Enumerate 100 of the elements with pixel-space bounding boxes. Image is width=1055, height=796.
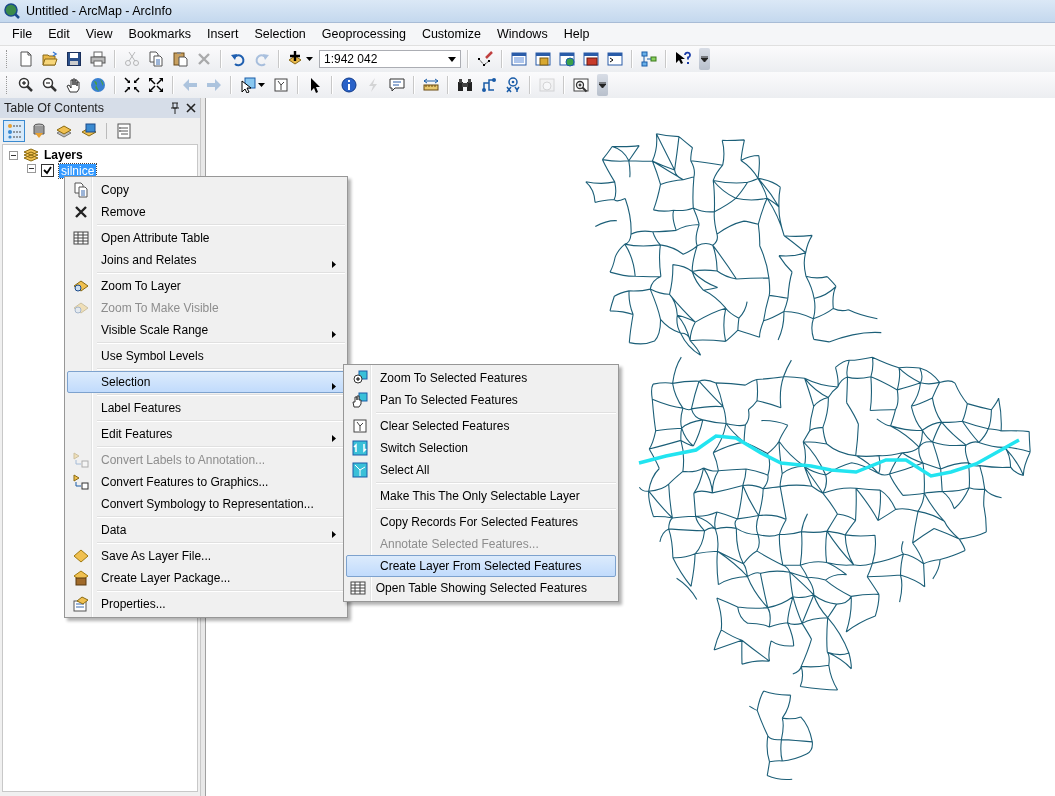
globe-icon[interactable] [90, 77, 106, 93]
arrows-out-icon[interactable] [148, 77, 164, 93]
list-by-source-icon[interactable] [31, 123, 47, 139]
target-icon[interactable] [505, 77, 521, 93]
convert-icon [73, 474, 89, 490]
menu-item[interactable]: Use Symbol Levels [67, 345, 345, 367]
toolbox-icon[interactable] [583, 51, 599, 67]
menu-item[interactable]: Geoprocessing [313, 25, 414, 43]
zoom-to-selected-icon [352, 370, 368, 386]
options-icon[interactable] [116, 123, 132, 139]
list-by-visibility-icon[interactable] [56, 123, 72, 139]
arrows-in-icon[interactable] [124, 77, 140, 93]
new-document-icon[interactable] [18, 51, 34, 67]
menu-item[interactable]: File [4, 25, 41, 43]
search-window-icon[interactable] [559, 51, 575, 67]
menu-item[interactable]: Zoom To Selected Features [346, 367, 616, 389]
catalog-window-icon[interactable] [535, 51, 551, 67]
select-all-icon [352, 462, 368, 478]
paste-icon[interactable] [172, 51, 188, 67]
menu-item[interactable]: Copy Records For Selected Features [346, 511, 616, 533]
table-icon [349, 580, 366, 596]
menu-item[interactable]: Help [555, 25, 598, 43]
zoom-to-layer-icon [73, 300, 89, 316]
pencil-icon[interactable] [477, 51, 493, 67]
menu-item[interactable]: Selection [67, 371, 345, 393]
menu-item[interactable]: Remove [67, 201, 345, 223]
toolbar-overflow-button[interactable] [699, 48, 710, 70]
menu-item[interactable]: Selection [246, 25, 314, 43]
caret-icon[interactable] [258, 83, 265, 87]
list-by-selection-icon[interactable] [81, 123, 97, 139]
diagram-icon[interactable] [641, 51, 657, 67]
menu-item[interactable]: Select All [346, 459, 616, 481]
switch-selection-icon [352, 440, 368, 456]
menu-item[interactable]: Edit [40, 25, 78, 43]
menu-item[interactable]: Convert Features to Graphics... [67, 471, 345, 493]
clear-selection-icon [352, 418, 368, 434]
menu-item[interactable]: Windows [488, 25, 556, 43]
caret-icon[interactable] [306, 57, 313, 61]
pin-icon[interactable] [170, 102, 180, 114]
caret-icon [448, 56, 456, 62]
list-by-drawing-order-icon[interactable] [6, 123, 22, 139]
command-window-icon[interactable] [607, 51, 623, 67]
table-window-icon[interactable] [511, 51, 527, 67]
menu-item[interactable]: Create Layer From Selected Features [346, 555, 616, 577]
menu-item[interactable]: Joins and Relates [67, 249, 345, 271]
printer-icon[interactable] [90, 51, 106, 67]
remove-icon [73, 204, 89, 220]
chevron-icon [599, 82, 606, 88]
layer-group-label[interactable]: Layers [44, 148, 83, 162]
menu-item[interactable]: Data [67, 519, 345, 541]
scale-dropdown[interactable]: 1:942 042 [319, 50, 461, 68]
menu-item[interactable]: Label Features [67, 397, 345, 419]
expander-icon[interactable] [27, 164, 36, 173]
menu-item[interactable]: Create Layer Package... [67, 567, 345, 589]
clear-selection-icon[interactable] [273, 77, 289, 93]
undo-icon[interactable] [230, 51, 246, 67]
menu-item[interactable]: Switch Selection [346, 437, 616, 459]
expander-icon[interactable] [9, 150, 18, 160]
menu-item[interactable]: Visible Scale Range [67, 319, 345, 341]
ruler-icon[interactable] [423, 77, 439, 93]
menu-item[interactable]: Open Attribute Table [67, 227, 345, 249]
menu-item[interactable]: Make This The Only Selectable Layer [346, 485, 616, 507]
zoom-to-layer-icon [73, 278, 89, 294]
select-features-icon[interactable] [240, 77, 256, 93]
zoom-in-icon[interactable] [18, 77, 34, 93]
layers-icon [23, 148, 39, 162]
magnifier-window-icon[interactable] [573, 77, 589, 93]
route-icon[interactable] [481, 77, 497, 93]
hand-icon[interactable] [66, 77, 82, 93]
menu-item[interactable]: Insert [199, 25, 247, 43]
add-data-icon[interactable] [288, 51, 304, 67]
table-icon [73, 230, 89, 246]
menu-item[interactable]: View [77, 25, 121, 43]
menu-item[interactable]: Edit Features [67, 423, 345, 445]
menu-item[interactable]: Copy [67, 179, 345, 201]
checkbox[interactable] [41, 164, 54, 177]
menu-item[interactable]: Zoom To Layer [67, 275, 345, 297]
properties-icon [73, 596, 89, 612]
menu-item[interactable]: Pan To Selected Features [346, 389, 616, 411]
open-folder-icon[interactable] [42, 51, 58, 67]
close-icon[interactable] [186, 103, 196, 113]
copy-icon[interactable] [148, 51, 164, 67]
menu-item[interactable]: Properties... [67, 593, 345, 615]
menu-item[interactable]: Clear Selected Features [346, 415, 616, 437]
app-logo-icon [4, 3, 20, 19]
toolbar-overflow-button[interactable] [597, 74, 608, 96]
popup-icon[interactable] [389, 77, 405, 93]
binoculars-icon[interactable] [457, 77, 473, 93]
menu-item[interactable]: Bookmarks [120, 25, 200, 43]
zoom-out-icon[interactable] [42, 77, 58, 93]
menu-item[interactable]: Customize [413, 25, 489, 43]
help-pointer-icon[interactable] [675, 51, 691, 67]
menu-item[interactable]: Convert Symbology to Representation... [67, 493, 345, 515]
panel-title: Table Of Contents [4, 101, 105, 115]
menu-item[interactable]: Open Table Showing Selected Features [346, 577, 616, 599]
pan-to-selected-icon [352, 392, 368, 408]
save-icon[interactable] [66, 51, 82, 67]
chevron-icon [701, 56, 708, 62]
menu-item[interactable]: Save As Layer File... [67, 545, 345, 567]
info-icon[interactable] [341, 77, 357, 93]
